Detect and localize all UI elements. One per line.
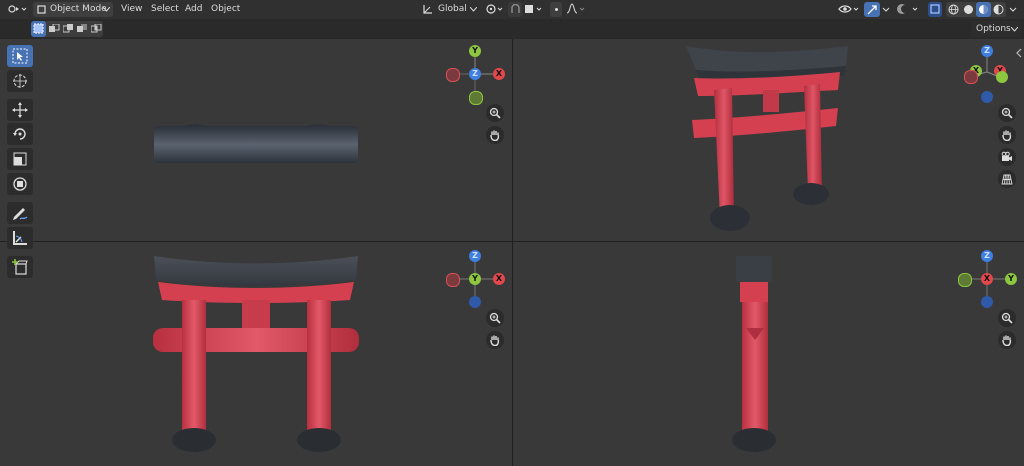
select-intersect-icon[interactable] (90, 21, 103, 37)
gizmo-y-label[interactable]: Y (469, 45, 481, 57)
move-tool[interactable] (7, 99, 33, 121)
zoom-icon[interactable] (486, 104, 504, 122)
pivot-point-icon[interactable] (485, 2, 505, 17)
viewport-divider-vertical[interactable] (512, 39, 513, 466)
selection-mode-group (31, 21, 103, 37)
nav-gizmo-perspective[interactable]: Z Y X (958, 42, 1020, 104)
falloff-icon[interactable] (566, 2, 586, 17)
menu-object[interactable]: Object (211, 2, 240, 17)
solid-shading-icon[interactable] (961, 2, 976, 17)
select-subtract-icon[interactable] (62, 21, 75, 37)
gizmo-z-label[interactable]: Z (469, 68, 481, 80)
wireframe-shading-icon[interactable] (946, 2, 961, 17)
transform-tool[interactable] (7, 173, 33, 195)
select-invert-icon[interactable] (76, 21, 89, 37)
gizmo-neg-x-icon-front[interactable] (446, 273, 460, 287)
nav-gizmo-right[interactable]: Y Z X (956, 247, 1018, 309)
mode-label: Object Mode (50, 4, 107, 14)
rendered-shading-icon[interactable] (991, 2, 1006, 17)
camera-view-icon[interactable] (998, 148, 1016, 166)
zoom-icon-perspective[interactable] (998, 104, 1016, 122)
gizmo-neg-x-icon-perspective[interactable] (964, 70, 978, 84)
shading-mode-group (946, 2, 1006, 17)
gizmo-neg-x-icon[interactable] (446, 68, 460, 82)
torii-perspective-view[interactable] (680, 40, 852, 235)
gizmo-neg-z-icon-front[interactable] (469, 296, 481, 308)
gizmo-dropdown-icon[interactable] (882, 2, 892, 17)
gizmo-z-label-perspective[interactable]: Z (981, 45, 993, 57)
shading-dropdown-icon[interactable] (1008, 2, 1020, 17)
gizmo-x-label-front[interactable]: X (493, 273, 505, 285)
options-label: Options (976, 24, 1011, 34)
select-new-icon[interactable] (31, 21, 46, 37)
gizmo-neg-y-icon[interactable] (469, 91, 483, 105)
nav-gizmo-top[interactable]: X Y Z (444, 42, 506, 105)
nav-gizmo-front[interactable]: X Z Y (444, 247, 506, 309)
gizmo-neg-z-icon[interactable] (981, 91, 993, 103)
viewport-divider-horizontal[interactable] (0, 241, 1024, 242)
options-dropdown[interactable]: Options (971, 21, 1021, 37)
gizmo-z-label-right[interactable]: Z (981, 250, 993, 262)
gizmo-pos-y-icon[interactable] (996, 71, 1008, 83)
gizmo-z-label-front[interactable]: Z (469, 250, 481, 262)
pan-hand-icon-right[interactable] (998, 331, 1016, 349)
add-cube-tool[interactable] (7, 256, 33, 278)
overlay-toggle-icon[interactable] (896, 2, 922, 17)
menu-view[interactable]: View (121, 2, 142, 17)
editor-type-icon[interactable] (7, 2, 27, 17)
select-box-tool[interactable] (7, 45, 33, 67)
gizmo-x-label[interactable]: X (493, 68, 505, 80)
select-extend-icon[interactable] (48, 21, 61, 37)
annotate-tool[interactable] (7, 202, 33, 224)
menu-select[interactable]: Select (151, 2, 179, 17)
measure-tool[interactable] (7, 227, 33, 249)
material-preview-shading-icon[interactable] (976, 2, 991, 17)
mode-dropdown[interactable]: Object Mode (33, 2, 113, 17)
snap-toggle-icon[interactable] (508, 2, 522, 17)
proportional-edit-icon[interactable] (550, 2, 562, 17)
transform-orientation-dropdown[interactable]: Global (422, 2, 480, 17)
pan-hand-icon-front[interactable] (486, 331, 504, 349)
torii-side-view[interactable] (728, 254, 780, 456)
snap-target-icon[interactable] (524, 2, 544, 17)
viewport-header: Object Mode View Select Add Object Globa… (0, 0, 1024, 19)
gizmo-neg-z-icon-right[interactable] (981, 296, 993, 308)
visibility-icon[interactable] (838, 2, 860, 17)
zoom-icon-front[interactable] (486, 309, 504, 327)
torii-top-view[interactable] (150, 118, 362, 170)
menu-add[interactable]: Add (185, 2, 202, 17)
scale-tool[interactable] (7, 148, 33, 170)
gizmo-toggle-icon[interactable] (864, 2, 880, 17)
gizmo-x-label-right[interactable]: X (981, 273, 993, 285)
transform-orientation-label: Global (438, 4, 467, 14)
tool-settings-bar (0, 19, 1024, 39)
pan-hand-icon-perspective[interactable] (998, 126, 1016, 144)
gizmo-y-label-right[interactable]: Y (1005, 273, 1017, 285)
pan-hand-icon[interactable] (486, 126, 504, 144)
rotate-tool[interactable] (7, 123, 33, 145)
cursor-tool[interactable] (7, 70, 33, 92)
gizmo-y-label-front[interactable]: Y (469, 273, 481, 285)
perspective-toggle-icon[interactable] (998, 170, 1016, 188)
zoom-icon-right[interactable] (998, 309, 1016, 327)
gizmo-neg-y-icon-right[interactable] (958, 273, 972, 287)
torii-front-view[interactable] (150, 254, 362, 456)
xray-toggle-icon[interactable] (928, 2, 942, 17)
